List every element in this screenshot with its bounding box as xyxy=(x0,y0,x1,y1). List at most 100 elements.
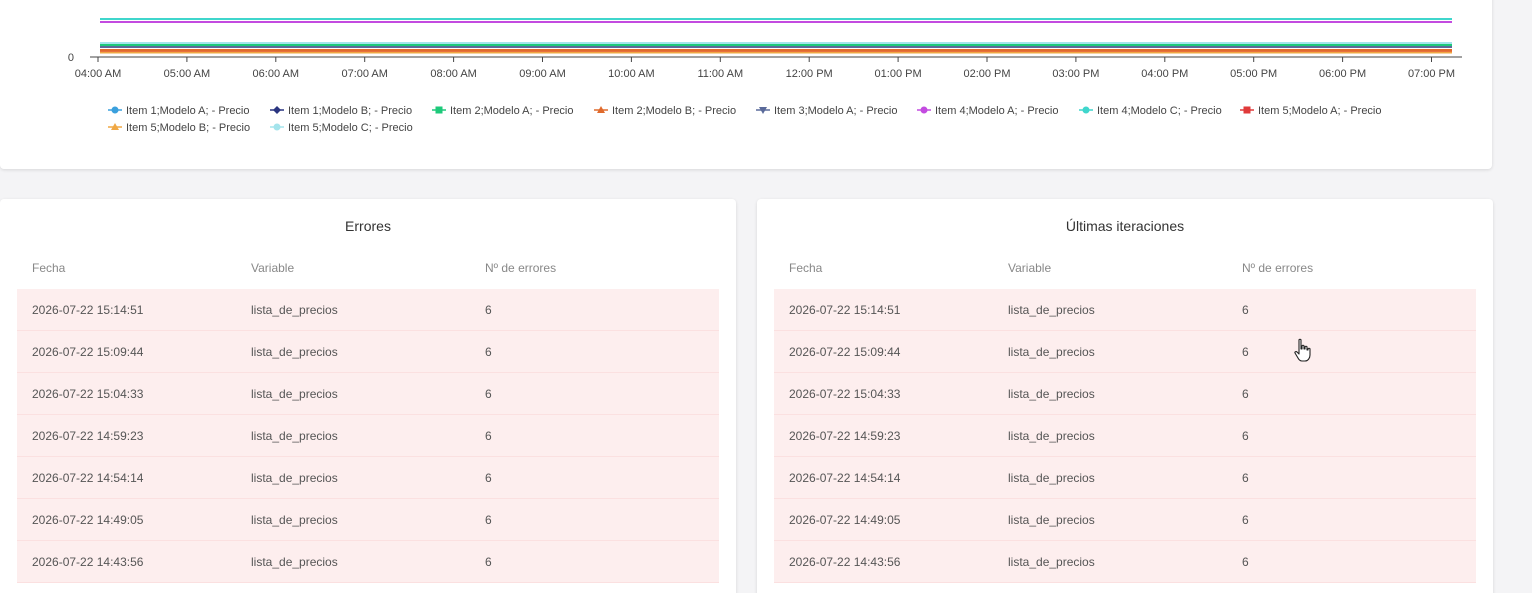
cell-num-errores: 6 xyxy=(485,428,492,443)
legend-item[interactable]: Item 5;Modelo A; - Precio xyxy=(1240,105,1382,117)
table-row[interactable]: 2026-07-22 14:49:05 lista_de_precios 6 xyxy=(17,499,719,541)
errors-title: Errores xyxy=(345,218,391,234)
cell-variable: lista_de_precios xyxy=(1008,386,1095,401)
x-tick-label: 07:00 AM xyxy=(341,68,387,80)
header-variable[interactable]: Variable xyxy=(251,261,485,275)
y-tick-label: 0 xyxy=(68,52,74,64)
table-row[interactable]: 2026-07-22 14:43:56 lista_de_precios 6 xyxy=(17,541,719,583)
cell-num-errores: 6 xyxy=(1242,554,1249,569)
x-tick-label: 01:00 PM xyxy=(875,68,922,80)
cell-variable: lista_de_precios xyxy=(251,428,338,443)
hand-pointer-cursor-icon xyxy=(1294,338,1311,362)
errors-table: Fecha Variable Nº de errores 2026-07-22 … xyxy=(17,247,719,583)
x-tick-label: 03:00 PM xyxy=(1052,68,1099,80)
cell-fecha: 2026-07-22 14:43:56 xyxy=(789,554,901,569)
iterations-card: Últimas iteraciones Fecha Variable Nº de… xyxy=(757,199,1493,593)
cell-num-errores: 6 xyxy=(1242,428,1249,443)
table-row[interactable]: 2026-07-22 15:04:33 lista_de_precios 6 xyxy=(17,373,719,415)
table-row[interactable]: 2026-07-22 14:54:14 lista_de_precios 6 xyxy=(774,457,1476,499)
cell-num-errores: 6 xyxy=(485,470,492,485)
cell-fecha: 2026-07-22 15:09:44 xyxy=(32,344,144,359)
table-row[interactable]: 2026-07-22 14:54:14 lista_de_precios 6 xyxy=(17,457,719,499)
legend-marker xyxy=(273,106,281,114)
cell-fecha: 2026-07-22 15:04:33 xyxy=(32,386,144,401)
cell-num-errores: 6 xyxy=(1242,470,1249,485)
x-tick-label: 06:00 AM xyxy=(253,68,299,80)
legend-label: Item 2;Modelo B; - Precio xyxy=(612,105,736,117)
cell-variable: lista_de_precios xyxy=(1008,470,1095,485)
table-row[interactable]: 2026-07-22 15:09:44 lista_de_precios 6 xyxy=(17,331,719,373)
header-num-errores[interactable]: Nº de errores xyxy=(485,261,719,275)
legend-item[interactable]: Item 4;Modelo A; - Precio xyxy=(917,105,1059,117)
legend-item[interactable]: Item 2;Modelo B; - Precio xyxy=(594,105,736,117)
errors-card: Errores Fecha Variable Nº de errores 202… xyxy=(0,199,736,593)
header-num-errores[interactable]: Nº de errores xyxy=(1242,261,1476,275)
header-variable[interactable]: Variable xyxy=(1008,261,1242,275)
price-chart-card: 0 04:00 AM 05:00 AM 06:00 AM 07:00 AM 08:00 A… xyxy=(0,0,1492,169)
cell-num-errores: 6 xyxy=(1242,512,1249,527)
legend-marker xyxy=(920,106,928,114)
x-tick-label: 06:00 PM xyxy=(1319,68,1366,80)
legend-marker xyxy=(435,106,443,114)
legend-marker xyxy=(1082,106,1090,114)
legend-item[interactable]: Item 5;Modelo B; - Precio xyxy=(108,122,250,134)
cell-variable: lista_de_precios xyxy=(251,470,338,485)
legend-item[interactable]: Item 4;Modelo C; - Precio xyxy=(1079,105,1222,117)
cell-fecha: 2026-07-22 15:14:51 xyxy=(789,302,901,317)
table-row[interactable]: 2026-07-22 15:14:51 lista_de_precios 6 xyxy=(17,289,719,331)
x-tick-label: 10:00 AM xyxy=(608,68,654,80)
legend-label: Item 5;Modelo C; - Precio xyxy=(288,122,413,134)
cell-fecha: 2026-07-22 15:09:44 xyxy=(789,344,901,359)
cell-num-errores: 6 xyxy=(1242,302,1249,317)
iterations-table-header: Fecha Variable Nº de errores xyxy=(774,247,1476,289)
table-row[interactable]: 2026-07-22 15:04:33 lista_de_precios 6 xyxy=(774,373,1476,415)
cell-variable: lista_de_precios xyxy=(251,302,338,317)
legend-label: Item 5;Modelo A; - Precio xyxy=(1258,105,1382,117)
cell-num-errores: 6 xyxy=(1242,344,1249,359)
legend-item[interactable]: Item 5;Modelo C; - Precio xyxy=(270,122,413,134)
cell-fecha: 2026-07-22 14:43:56 xyxy=(32,554,144,569)
table-row[interactable]: 2026-07-22 15:09:44 lista_de_precios 6 xyxy=(774,331,1476,373)
header-fecha[interactable]: Fecha xyxy=(774,261,1008,275)
x-tick-label: 12:00 PM xyxy=(786,68,833,80)
cell-num-errores: 6 xyxy=(485,344,492,359)
errors-table-header: Fecha Variable Nº de errores xyxy=(17,247,719,289)
cell-num-errores: 6 xyxy=(1242,386,1249,401)
iterations-table-body: 2026-07-22 15:14:51 lista_de_precios 6 2026… xyxy=(774,289,1476,583)
legend-item[interactable]: Item 1;Modelo A; - Precio xyxy=(108,105,250,117)
x-tick-label: 04:00 PM xyxy=(1141,68,1188,80)
legend-item[interactable]: Item 2;Modelo A; - Precio xyxy=(432,105,574,117)
x-tick-label: 08:00 AM xyxy=(430,68,476,80)
table-row[interactable]: 2026-07-22 14:49:05 lista_de_precios 6 xyxy=(774,499,1476,541)
header-fecha[interactable]: Fecha xyxy=(17,261,251,275)
x-tick-label: 04:00 AM xyxy=(75,68,121,80)
cell-fecha: 2026-07-22 15:04:33 xyxy=(789,386,901,401)
cell-num-errores: 6 xyxy=(485,512,492,527)
table-row[interactable]: 2026-07-22 15:14:51 lista_de_precios 6 xyxy=(774,289,1476,331)
cell-num-errores: 6 xyxy=(485,386,492,401)
table-row[interactable]: 2026-07-22 14:59:23 lista_de_precios 6 xyxy=(17,415,719,457)
legend-label: Item 3;Modelo A; - Precio xyxy=(774,105,898,117)
table-row[interactable]: 2026-07-22 14:59:23 lista_de_precios 6 xyxy=(774,415,1476,457)
cell-fecha: 2026-07-22 14:59:23 xyxy=(789,428,901,443)
price-line-chart: 004:00 AM 05:00 AM 06:00 AM 07:00 AM 08:00 A… xyxy=(68,18,1462,134)
legend-label: Item 4;Modelo A; - Precio xyxy=(935,105,1059,117)
legend-marker xyxy=(273,123,281,131)
legend-label: Item 1;Modelo B; - Precio xyxy=(288,105,412,117)
iterations-title: Últimas iteraciones xyxy=(1065,218,1185,234)
dashboard-page: 0 04:00 AM 05:00 AM 06:00 AM 07:00 AM 08:00 A… xyxy=(0,0,1532,593)
iterations-table: Fecha Variable Nº de errores 2026-07-22 … xyxy=(774,247,1476,583)
x-tick-label: 05:00 AM xyxy=(164,68,210,80)
cell-num-errores: 6 xyxy=(485,554,492,569)
x-tick-label: 05:00 PM xyxy=(1230,68,1277,80)
cell-variable: lista_de_precios xyxy=(251,344,338,359)
legend-item[interactable]: Item 1;Modelo B; - Precio xyxy=(270,105,412,117)
cell-variable: lista_de_precios xyxy=(1008,344,1095,359)
cell-fecha: 2026-07-22 14:49:05 xyxy=(32,512,144,527)
legend-item[interactable]: Item 3;Modelo A; - Precio xyxy=(756,105,898,117)
table-row[interactable]: 2026-07-22 14:43:56 lista_de_precios 6 xyxy=(774,541,1476,583)
legend-label: Item 4;Modelo C; - Precio xyxy=(1097,105,1222,117)
cell-variable: lista_de_precios xyxy=(251,554,338,569)
x-tick-label: 09:00 AM xyxy=(519,68,565,80)
cell-fecha: 2026-07-22 14:59:23 xyxy=(32,428,144,443)
